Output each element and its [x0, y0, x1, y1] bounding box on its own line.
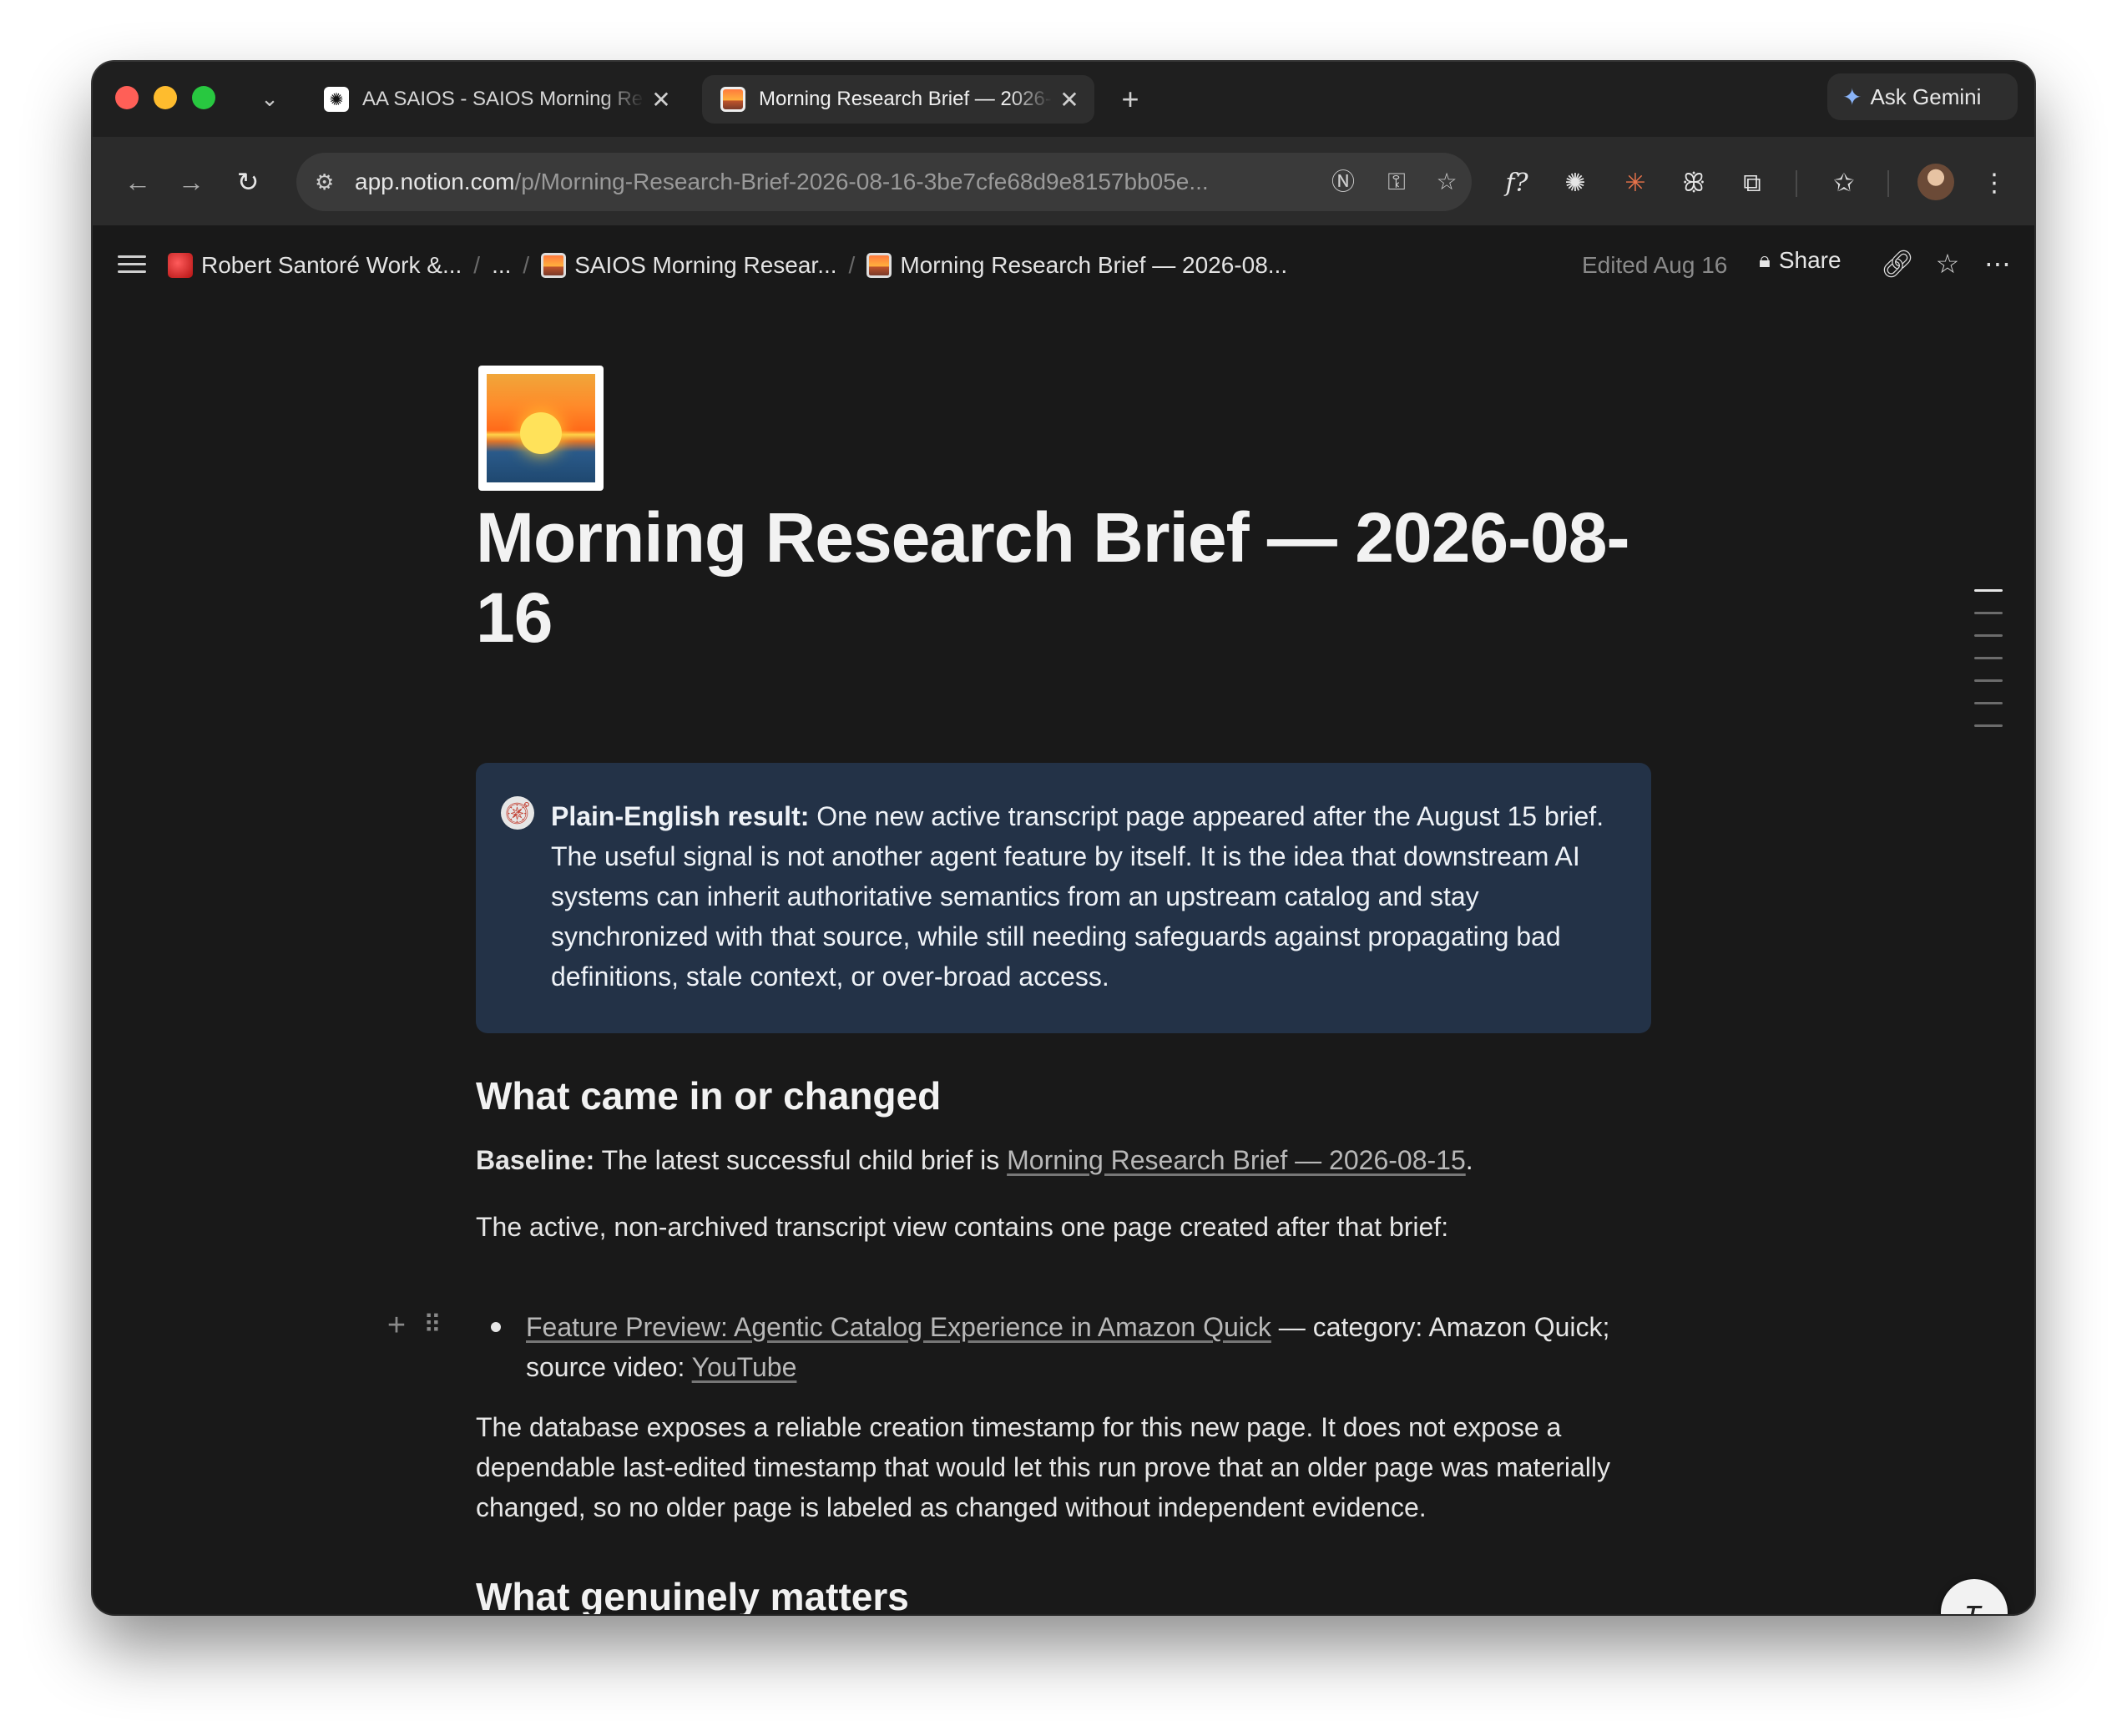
breadcrumb-separator: / [523, 252, 530, 278]
reading-list-star-icon[interactable]: ✩ [1826, 165, 1862, 202]
notion-topbar: Robert Santoré Work &... / ... / SAIOS M… [93, 225, 2034, 305]
notion-app-icon[interactable]: Ⓝ [1326, 165, 1360, 199]
heading-what-came-in[interactable]: What came in or changed [476, 1073, 941, 1118]
breadcrumb-ellipsis[interactable]: ... [492, 252, 511, 279]
openai-icon: ✺ [324, 87, 349, 112]
breadcrumb-label: SAIOS Morning Resear... [574, 252, 837, 278]
sidebar-menu-icon[interactable] [118, 250, 146, 279]
breadcrumb-label: Morning Research Brief — 2026-08... [900, 252, 1288, 278]
key-icon[interactable]: ⚿ [1380, 165, 1413, 199]
page-content: Morning Research Brief — 2026-08-16 🧭︎ P… [93, 305, 2034, 1614]
breadcrumb-label: Robert Santoré Work &... [201, 252, 462, 278]
breadcrumb-separator: / [473, 252, 481, 278]
close-window-button[interactable] [115, 86, 139, 109]
favorite-star-icon[interactable]: ☆ [1929, 245, 1966, 282]
timestamp-paragraph[interactable]: The database exposes a reliable creation… [476, 1407, 1661, 1527]
baseline-end: . [1465, 1145, 1473, 1175]
table-of-contents-minimap[interactable] [1974, 589, 2003, 747]
ask-gemini-label: Ask Gemini [1870, 83, 1982, 109]
previous-brief-link[interactable]: Morning Research Brief — 2026-08-15 [1007, 1145, 1466, 1175]
drag-handle-icon[interactable]: ⠿ [418, 1305, 443, 1345]
callout-block[interactable]: 🧭︎ Plain-English result: One new active … [476, 763, 1651, 1033]
butterfly-extension-icon[interactable]: ꕥ [1675, 165, 1712, 202]
extensions-puzzle-icon[interactable]: ⧉ [1734, 165, 1771, 202]
toolbar-divider [1796, 170, 1797, 197]
chatgpt-extension-icon[interactable]: ✺ [1557, 165, 1594, 202]
back-arrow-icon[interactable]: ← [119, 164, 156, 200]
breadcrumb-separator: / [848, 252, 856, 278]
breadcrumb-current-page[interactable]: Morning Research Brief — 2026-08... [866, 252, 1287, 279]
add-block-icon[interactable]: + [381, 1305, 412, 1345]
sunrise-icon [541, 253, 567, 278]
tab-title: Morning Research Brief — 2026-08-16 [759, 88, 1053, 110]
close-tab-icon[interactable]: ✕ [1053, 86, 1086, 114]
compass-icon[interactable]: 🧭︎ [501, 796, 534, 830]
close-tab-icon[interactable]: ✕ [644, 86, 678, 114]
profile-avatar[interactable] [1917, 164, 1954, 200]
baseline-text: The latest successful child brief is [594, 1145, 1008, 1175]
active-view-paragraph[interactable]: The active, non-archived transcript view… [476, 1207, 1661, 1247]
browser-menu-icon[interactable]: ⋮ [1976, 165, 2013, 202]
bookmark-star-icon[interactable]: ☆ [1430, 165, 1463, 199]
page-icon[interactable] [478, 366, 604, 491]
new-tab-button[interactable]: + [1109, 78, 1151, 120]
ask-gemini-button[interactable]: ✦ Ask Gemini [1827, 73, 2018, 120]
address-bar[interactable]: ⚙ app.notion.com/p/Morning-Research-Brie… [296, 153, 1472, 211]
minimize-window-button[interactable] [154, 86, 177, 109]
baseline-bold-label: Baseline: [476, 1145, 595, 1175]
more-options-icon[interactable]: ⋯ [1979, 245, 2016, 282]
youtube-link[interactable]: YouTube [692, 1352, 797, 1382]
browser-window: ⌄ ✺ AA SAIOS - SAIOS Morning Research ✕ … [93, 62, 2034, 1614]
tab-search-chevron-icon[interactable]: ⌄ [253, 82, 286, 115]
tab-saios[interactable]: ✺ AA SAIOS - SAIOS Morning Research ✕ [306, 75, 686, 124]
lock-icon: 🔒︎ [1759, 247, 1771, 272]
tab-morning-brief[interactable]: Morning Research Brief — 2026-08-16 ✕ [702, 75, 1094, 124]
site-settings-icon[interactable]: ⚙ [315, 169, 343, 195]
feature-preview-link[interactable]: Feature Preview: Agentic Catalog Experie… [526, 1312, 1271, 1342]
reload-icon[interactable]: ↻ [230, 164, 266, 200]
baseline-paragraph[interactable]: Baseline: The latest successful child br… [476, 1140, 1661, 1180]
callout-text: Plain-English result: One new active tra… [551, 796, 1628, 997]
browser-toolbar: ← → ↻ ⚙ app.notion.com/p/Morning-Researc… [93, 137, 2034, 225]
notion-ai-button[interactable]: 𝜏 [1941, 1579, 2008, 1614]
url-text[interactable]: app.notion.com/p/Morning-Research-Brief-… [355, 169, 1290, 195]
sunrise-icon [866, 253, 892, 278]
url-host: app.notion.com [355, 169, 515, 194]
url-path: /p/Morning-Research-Brief-2026-08-16-3be… [514, 169, 1209, 194]
share-label: Share [1778, 247, 1842, 273]
claude-extension-icon[interactable]: ✳ [1617, 165, 1654, 202]
sunrise-icon [487, 374, 595, 482]
page-title[interactable]: Morning Research Brief — 2026-08-16 [476, 497, 1695, 658]
workspace-icon [168, 253, 193, 278]
list-item-text: Feature Preview: Agentic Catalog Experie… [526, 1307, 1661, 1387]
breadcrumb-saios[interactable]: SAIOS Morning Resear... [541, 252, 837, 279]
formula-extension-icon[interactable]: f? [1498, 165, 1535, 202]
share-button[interactable]: 🔒︎ Share [1759, 247, 1842, 274]
bullet-dot [491, 1322, 501, 1332]
toolbar-divider [1887, 170, 1889, 197]
tab-strip: ⌄ ✺ AA SAIOS - SAIOS Morning Research ✕ … [93, 62, 2034, 137]
copy-link-icon[interactable]: 🔗︎ [1879, 245, 1916, 282]
edited-timestamp[interactable]: Edited Aug 16 [1582, 252, 1727, 279]
forward-arrow-icon[interactable]: → [173, 164, 210, 200]
gemini-spark-icon: ✦ [1842, 83, 1862, 110]
tab-title: AA SAIOS - SAIOS Morning Research [362, 88, 644, 110]
breadcrumb-label: ... [492, 252, 512, 278]
sunrise-icon [720, 87, 745, 112]
zoom-window-button[interactable] [192, 86, 215, 109]
heading-what-matters[interactable]: What genuinely matters [476, 1574, 909, 1614]
breadcrumb: Robert Santoré Work &... / ... / SAIOS M… [168, 225, 1287, 305]
breadcrumb-workspace[interactable]: Robert Santoré Work &... [168, 252, 462, 279]
callout-bold-label: Plain-English result: [551, 801, 810, 831]
